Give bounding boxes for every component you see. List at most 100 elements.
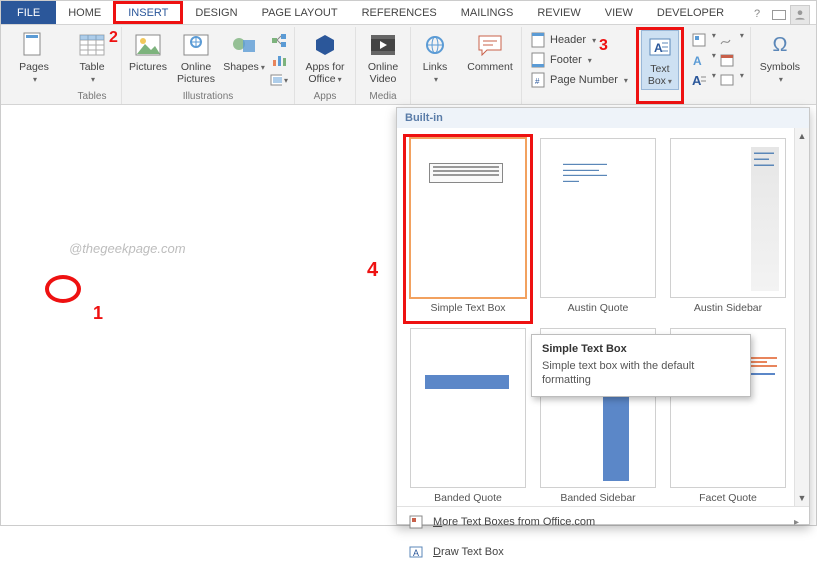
- group-pages: Pages ▾: [5, 27, 63, 104]
- pictures-label: Pictures: [129, 61, 167, 73]
- apps-for-office-button[interactable]: Apps for Office▾: [301, 29, 349, 87]
- chevron-down-icon: ▾: [261, 63, 265, 72]
- gallery-caption: Banded Sidebar: [560, 492, 635, 504]
- pictures-button[interactable]: Pictures: [128, 29, 168, 75]
- page-number-icon: #: [530, 72, 546, 88]
- online-video-label: Online Video: [364, 61, 402, 85]
- header-button[interactable]: Header ▾: [528, 31, 630, 49]
- chevron-down-icon: ▾: [592, 36, 596, 45]
- draw-textbox-button[interactable]: A Draw Text Box: [397, 537, 809, 567]
- scroll-down-icon[interactable]: ▼: [795, 490, 809, 506]
- chevron-down-icon: ▾: [712, 71, 716, 89]
- gallery-item-austin-sidebar[interactable]: ▬▬▬▬▬▬▬▬▬▬▬ Austin Sidebar: [663, 134, 793, 324]
- online-video-button[interactable]: Online Video: [362, 29, 404, 87]
- tab-file[interactable]: FILE: [1, 1, 56, 24]
- group-links: Links▾: [411, 27, 459, 104]
- video-icon: [369, 31, 397, 59]
- tab-review-label: REVIEW: [537, 7, 580, 19]
- textbox-gallery: Simple Text Box ▬▬▬▬▬▬▬▬▬▬▬▬▬▬▬▬▬▬▬▬▬▬▬▬…: [397, 128, 809, 506]
- chevron-down-icon: ▾: [779, 75, 783, 84]
- quick-parts-button[interactable]: [690, 31, 708, 49]
- dropcap-button[interactable]: A: [690, 71, 708, 89]
- signature-button[interactable]: [718, 31, 736, 49]
- tab-insert[interactable]: INSERT: [113, 1, 183, 24]
- tab-home[interactable]: HOME: [56, 1, 113, 24]
- svg-text:A: A: [654, 41, 663, 55]
- scroll-up-icon[interactable]: ▲: [795, 128, 809, 144]
- tab-design[interactable]: DESIGN: [183, 1, 249, 24]
- ribbon-display-icon[interactable]: [772, 10, 786, 20]
- table-icon: [78, 31, 106, 59]
- page-number-button[interactable]: #Page Number▾: [528, 71, 630, 89]
- pages-button[interactable]: Pages ▾: [11, 29, 57, 87]
- chevron-down-icon: ▾: [740, 71, 744, 89]
- tab-mailings-label: MAILINGS: [461, 7, 514, 19]
- illustrations-minis: ▾: [270, 29, 288, 89]
- screenshot-button[interactable]: ▾: [270, 71, 288, 89]
- gallery-item-banded-quote[interactable]: Banded Quote: [403, 324, 533, 506]
- wordart-button[interactable]: A: [690, 51, 708, 69]
- tab-developer[interactable]: DEVELOPER: [645, 1, 736, 24]
- annotation-4: 4: [367, 259, 378, 282]
- online-pictures-label: Online Pictures: [176, 61, 216, 85]
- chevron-down-icon: ▾: [434, 75, 438, 84]
- tab-mailings[interactable]: MAILINGS: [449, 1, 526, 24]
- ribbon: Pages▾ Table▾ Tables Pictures Online Pic…: [1, 25, 816, 105]
- group-comments: Comment: [459, 27, 522, 104]
- tab-references[interactable]: REFERENCES: [350, 1, 449, 24]
- tab-review[interactable]: REVIEW: [525, 1, 592, 24]
- gallery-item-simple[interactable]: Simple Text Box: [403, 134, 533, 324]
- gallery-caption: Austin Sidebar: [694, 302, 762, 314]
- online-pictures-button[interactable]: Online Pictures: [174, 29, 218, 87]
- shapes-label: Shapes: [223, 61, 259, 73]
- svg-text:#: #: [535, 77, 540, 86]
- group-headerfooter-label: [578, 91, 581, 104]
- links-button[interactable]: Links▾: [417, 29, 453, 87]
- dropdown-footer: More Text Boxes from Office.com ▸ A Draw…: [397, 506, 809, 567]
- gallery-scrollbar[interactable]: ▲ ▼: [794, 128, 809, 506]
- comment-label: Comment: [467, 61, 513, 73]
- header-label: Header: [550, 34, 586, 46]
- group-media-label: Media: [369, 91, 396, 104]
- chevron-down-icon: ▾: [33, 75, 37, 84]
- tab-pagelayout[interactable]: PAGE LAYOUT: [250, 1, 350, 24]
- header-icon: [530, 32, 546, 48]
- chevron-down-icon: ▾: [624, 76, 628, 85]
- date-time-button[interactable]: [718, 51, 736, 69]
- chevron-down-icon: ▾: [712, 31, 716, 49]
- symbols-label: Symbols: [760, 61, 800, 73]
- pictures-icon: [134, 31, 162, 59]
- gallery-item-austin-quote[interactable]: ▬▬▬▬▬▬▬▬▬▬▬▬▬▬▬▬▬▬▬▬▬▬▬▬▬▬▬▬▬▬▬▬▬▬▬ Aust…: [533, 134, 663, 324]
- comment-button[interactable]: Comment: [465, 29, 515, 75]
- annotation-1: 1: [93, 303, 103, 324]
- footer-button[interactable]: Footer▾: [528, 51, 630, 69]
- dropdown-header: Built-in: [397, 108, 809, 128]
- chevron-down-icon: ▾: [91, 75, 95, 84]
- pages-label: Pages: [19, 61, 49, 73]
- tab-view[interactable]: VIEW: [593, 1, 645, 24]
- draw-textbox-label: Draw Text Box: [433, 546, 504, 558]
- group-apps: Apps for Office▾ Apps: [295, 27, 356, 104]
- smartart-button[interactable]: [270, 31, 288, 49]
- shapes-icon: [230, 31, 258, 59]
- group-text-label: [716, 91, 719, 104]
- object-button[interactable]: [718, 71, 736, 89]
- symbols-button[interactable]: Ω Symbols▾: [757, 29, 803, 87]
- more-textboxes-label: More Text Boxes from Office.com: [433, 516, 595, 528]
- chevron-down-icon: ▾: [338, 75, 342, 84]
- textbox-button[interactable]: A Text Box▾: [641, 30, 679, 90]
- group-textbox: A Text Box▾: [636, 27, 684, 104]
- group-symbols: Ω Symbols▾: [751, 27, 809, 104]
- tooltip-body: Simple text box with the default formatt…: [542, 359, 740, 388]
- shapes-button[interactable]: Shapes▾: [224, 29, 264, 75]
- more-textboxes-button[interactable]: More Text Boxes from Office.com ▸: [397, 507, 809, 537]
- chart-button[interactable]: [270, 51, 288, 69]
- tab-view-label: VIEW: [605, 7, 633, 19]
- help-icon[interactable]: ?: [754, 8, 768, 22]
- chevron-down-icon: ▾: [284, 76, 288, 85]
- tab-home-label: HOME: [68, 7, 101, 19]
- tab-file-label: FILE: [17, 7, 40, 19]
- gallery-caption: Austin Quote: [568, 302, 629, 314]
- group-pages-label: [33, 91, 36, 104]
- avatar[interactable]: [790, 5, 810, 25]
